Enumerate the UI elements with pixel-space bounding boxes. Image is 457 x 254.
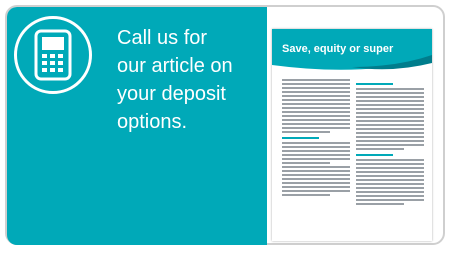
text-line [282,186,350,188]
cta-line-3: your deposit [117,83,226,105]
text-line [356,191,424,193]
article-column-left [282,79,350,198]
text-line [356,179,424,181]
text-line [356,159,424,161]
text-line [356,148,404,150]
text-line [282,91,350,93]
text-line [282,150,350,152]
mobile-phone-icon [34,29,72,81]
text-line [282,83,350,85]
text-line [282,170,350,172]
text-line [356,195,424,197]
text-line [356,144,424,146]
subheading-line [282,137,320,139]
cta-line-1: Call us for [117,27,208,49]
text-line [282,166,350,168]
text-line [356,163,424,165]
cta-line-2: our article on [117,55,233,77]
text-line [282,182,350,184]
call-to-action-text: Call us for our article on your deposit … [117,24,267,136]
text-line [282,119,350,121]
text-line [356,136,424,138]
text-line [356,116,424,118]
text-line [356,140,424,142]
subheading-line [356,154,394,156]
text-line [282,127,350,129]
text-line [282,123,350,125]
text-line [356,171,424,173]
text-line [282,103,350,105]
text-line [356,203,404,205]
text-line [282,174,350,176]
text-line [356,175,424,177]
text-line [356,112,424,114]
text-line [356,183,424,185]
text-line [282,115,350,117]
text-line [356,132,424,134]
text-line [356,124,424,126]
text-line [356,100,424,102]
text-line [282,79,350,81]
article-title: Save, equity or super [282,43,394,55]
text-line [356,199,424,201]
text-line [282,95,350,97]
article-column-right [356,79,424,207]
text-line [356,104,424,106]
text-line [282,111,350,113]
text-line [282,87,350,89]
article-thumbnail: Save, equity or super [272,29,432,241]
phone-badge [14,16,92,94]
text-line [282,131,330,133]
text-line [356,128,424,130]
text-line [282,178,350,180]
text-line [282,146,350,148]
text-line [356,167,424,169]
text-line [282,190,350,192]
text-line [356,88,424,90]
subheading-line [356,83,394,85]
text-line [356,187,424,189]
cta-line-4: options. [117,111,188,133]
text-line [282,158,350,160]
text-line [282,194,330,196]
text-line [282,162,330,164]
text-line [356,120,424,122]
text-line [282,99,350,101]
text-line [356,96,424,98]
text-line [282,142,350,144]
text-line [282,154,350,156]
text-line [356,108,424,110]
text-line [356,92,424,94]
text-line [282,107,350,109]
